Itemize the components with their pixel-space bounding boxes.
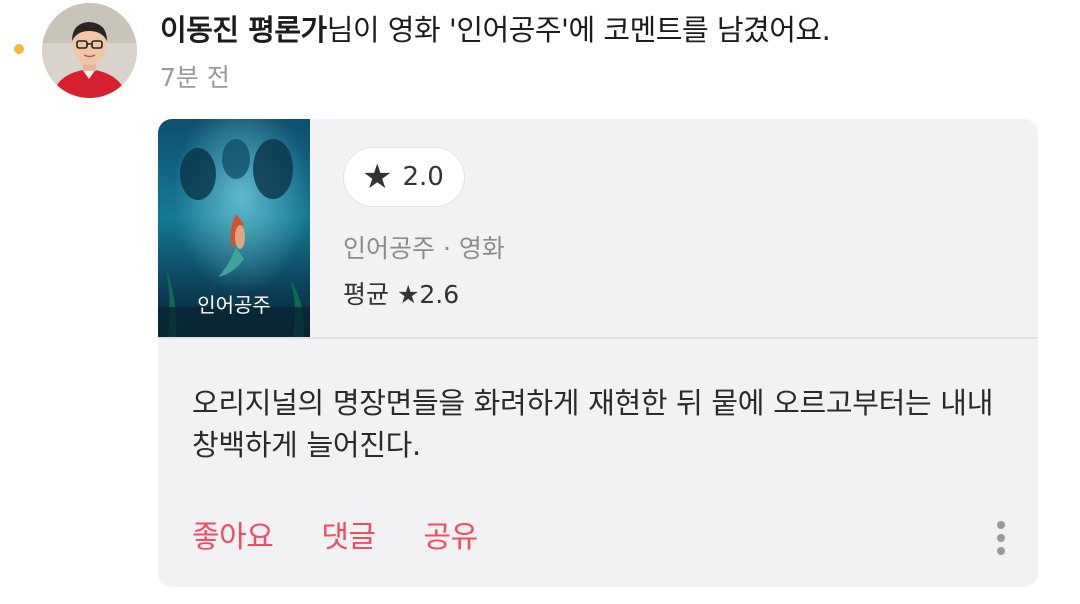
timestamp: 7분 전: [160, 63, 230, 92]
average-rating: 평균 ★2.6: [343, 280, 460, 309]
movie-title-type[interactable]: 인어공주 · 영화: [343, 231, 505, 267]
poster-title: 인어공주: [197, 293, 271, 317]
movie-poster[interactable]: 인어공주: [158, 119, 310, 337]
headline-text: 님이 영화 '인어공주'에 코멘트를 남겼어요.: [326, 13, 831, 47]
comment-text[interactable]: 오리지널의 명장면들을 화려하게 재현한 뒤 뭍에 오르고부터는 내내 창백하게…: [192, 382, 1022, 466]
comment-card[interactable]: 인어공주 ★ 2.0 인어공주 · 영화 평균 ★2.6 오리지널의 명장면들을…: [158, 119, 1038, 587]
card-divider: [158, 337, 1038, 339]
unread-indicator: [14, 44, 24, 54]
user-rating-badge: ★ 2.0: [343, 147, 465, 207]
like-button[interactable]: 좋아요: [192, 517, 274, 559]
avatar[interactable]: [42, 3, 137, 98]
share-button[interactable]: 공유: [424, 517, 479, 559]
user-rating-value: 2.0: [402, 162, 444, 192]
author-name[interactable]: 이동진 평론가: [160, 13, 327, 47]
star-icon: ★: [362, 157, 393, 197]
comment-actions: 좋아요 댓글 공유: [192, 517, 478, 559]
activity-headline: 이동진 평론가님이 영화 '인어공주'에 코멘트를 남겼어요.: [160, 10, 831, 50]
more-options-icon[interactable]: [994, 521, 1008, 561]
reply-button[interactable]: 댓글: [321, 517, 376, 559]
